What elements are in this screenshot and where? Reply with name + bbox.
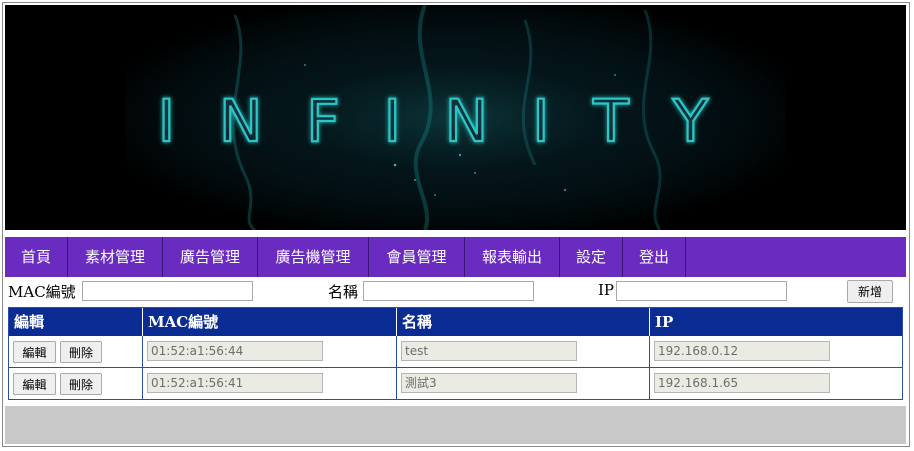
- nav-item-logout[interactable]: 登出: [623, 237, 686, 277]
- table-row: 編輯 刪除 01:52:a1:56:41 測試3 192.168.1.65: [9, 367, 902, 399]
- ip-search-input[interactable]: [616, 281, 787, 301]
- mac-field: 01:52:a1:56:44: [147, 341, 323, 361]
- nav-item-ads[interactable]: 廣告管理: [163, 237, 258, 277]
- ip-cell: 192.168.0.12: [650, 336, 902, 367]
- edit-button[interactable]: 編輯: [13, 373, 56, 395]
- column-header-name: 名稱: [397, 308, 650, 336]
- table-header: 編輯 MAC編號 名稱 IP: [9, 308, 902, 336]
- column-header-mac: MAC編號: [143, 308, 397, 336]
- ip-field: 192.168.0.12: [654, 341, 830, 361]
- mac-field: 01:52:a1:56:41: [147, 373, 323, 393]
- edit-button[interactable]: 編輯: [13, 341, 56, 363]
- ip-field: 192.168.1.65: [654, 373, 830, 393]
- column-header-ip: IP: [655, 313, 674, 331]
- table-row: 編輯 刪除 01:52:a1:56:44 test 192.168.0.12: [9, 336, 902, 367]
- column-header-edit: 編輯: [9, 308, 143, 336]
- name-cell: test: [397, 336, 650, 367]
- mac-search-label: MAC編號: [8, 283, 76, 301]
- header-banner: INFINITY: [5, 5, 906, 230]
- banner-art: INFINITY: [5, 5, 906, 230]
- nav-item-home[interactable]: 首頁: [5, 237, 68, 277]
- actions-cell: 編輯 刪除: [9, 336, 143, 367]
- name-search-input[interactable]: [363, 281, 534, 301]
- nav-item-reports[interactable]: 報表輸出: [465, 237, 560, 277]
- actions-cell: 編輯 刪除: [9, 368, 143, 399]
- delete-button[interactable]: 刪除: [60, 341, 102, 363]
- banner-logo-text: INFINITY: [158, 87, 752, 155]
- name-cell: 測試3: [397, 368, 650, 399]
- ip-search-label: IP: [598, 281, 615, 299]
- search-bar: MAC編號 名稱 IP 新增: [5, 279, 906, 305]
- nav-item-materials[interactable]: 素材管理: [68, 237, 163, 277]
- delete-button[interactable]: 刪除: [60, 373, 102, 395]
- ip-cell: 192.168.1.65: [650, 368, 902, 399]
- mac-cell: 01:52:a1:56:44: [143, 336, 397, 367]
- footer-bar: [5, 406, 906, 444]
- main-nav: 首頁 素材管理 廣告管理 廣告機管理 會員管理 報表輸出 設定 登出: [5, 237, 906, 277]
- nav-item-members[interactable]: 會員管理: [369, 237, 465, 277]
- device-table: 編輯 MAC編號 名稱 IP 編輯 刪除 01:52:a1:56:44 test…: [8, 307, 903, 400]
- name-field: test: [401, 341, 577, 361]
- mac-search-input[interactable]: [82, 281, 253, 301]
- add-button[interactable]: 新增: [847, 280, 893, 303]
- name-field: 測試3: [401, 373, 577, 393]
- name-search-label: 名稱: [328, 283, 359, 301]
- nav-item-settings[interactable]: 設定: [560, 237, 623, 277]
- nav-item-ad-machines[interactable]: 廣告機管理: [258, 237, 369, 277]
- mac-cell: 01:52:a1:56:41: [143, 368, 397, 399]
